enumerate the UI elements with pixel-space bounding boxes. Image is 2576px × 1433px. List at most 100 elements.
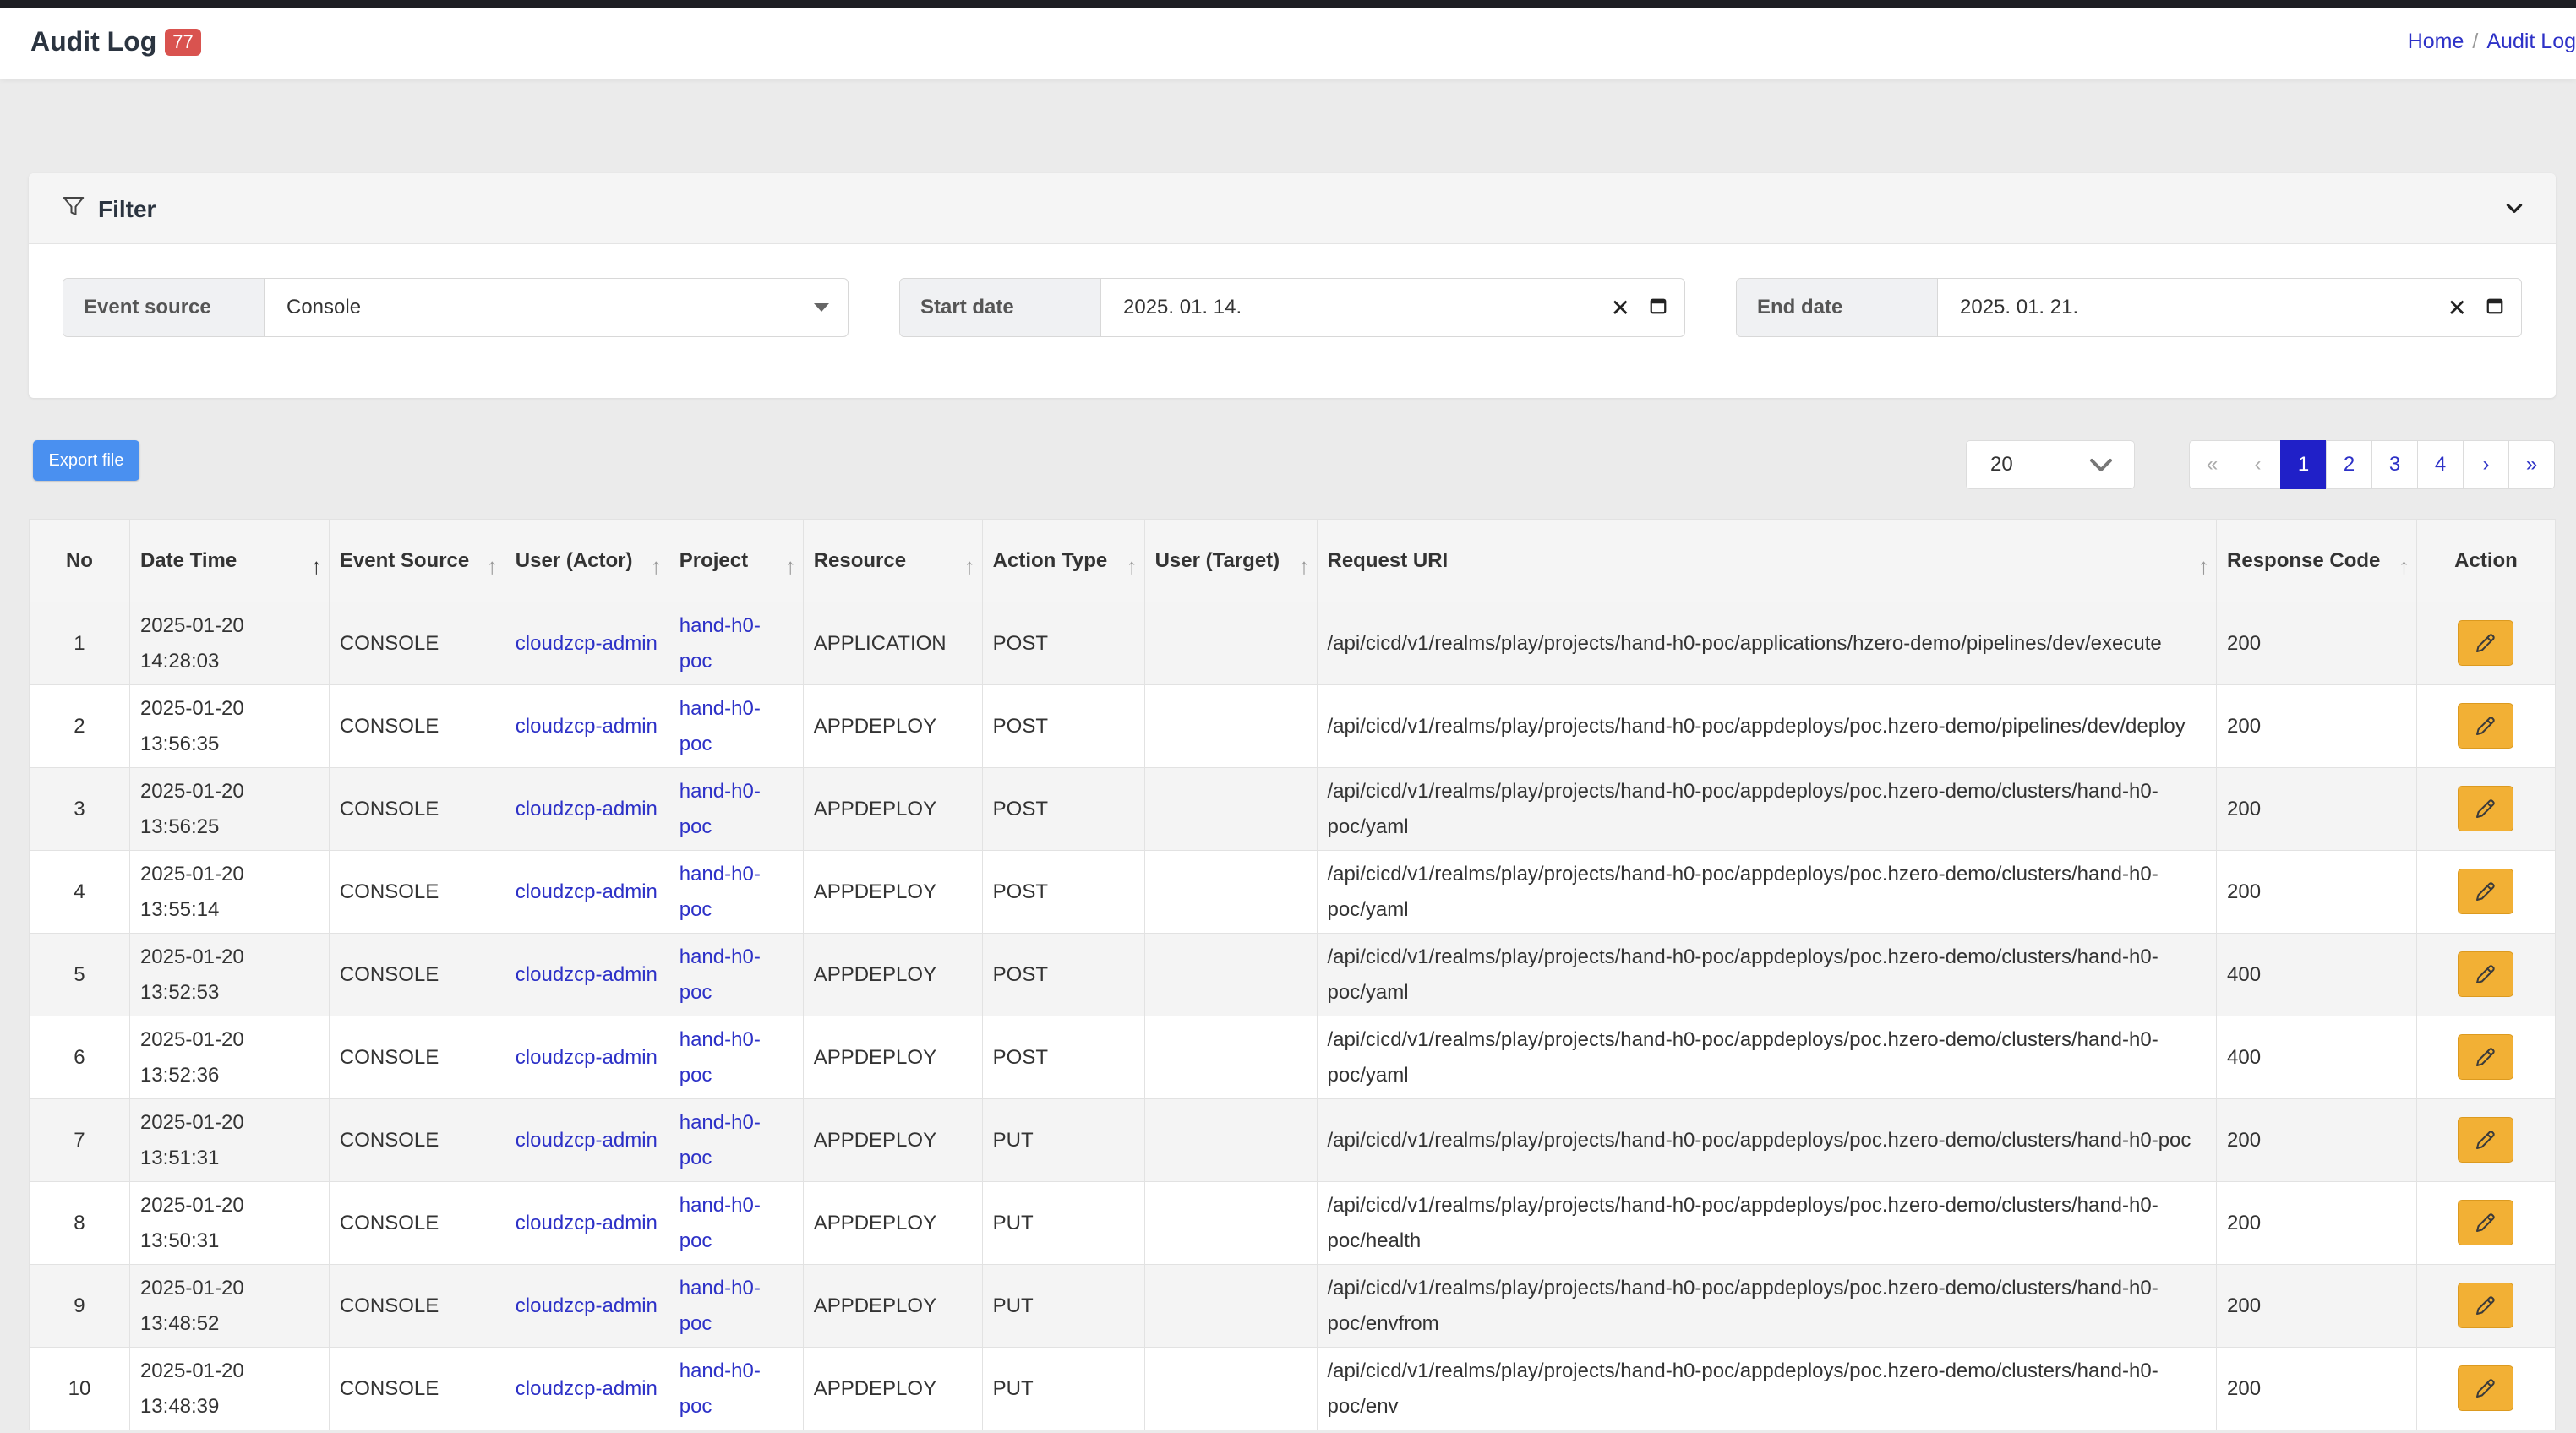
column-header-resource[interactable]: Resource ↑ [802, 519, 983, 602]
calendar-icon[interactable] [1649, 294, 1667, 321]
edit-button[interactable] [2458, 619, 2514, 666]
event-source-select[interactable]: Console [265, 279, 848, 336]
cell-resource: APPDEPLOY [802, 1098, 983, 1182]
breadcrumb-home[interactable]: Home [2408, 30, 2464, 54]
sort-arrow-icon[interactable]: ↑ [1299, 548, 1310, 584]
cell-project-link[interactable]: hand-h0-poc [668, 767, 804, 851]
column-header-user-target[interactable]: User (Target) ↑ [1143, 519, 1318, 602]
cell-user-actor-link[interactable]: cloudzcp-admin [504, 767, 669, 851]
cell-request-uri: /api/cicd/v1/realms/play/projects/hand-h… [1316, 933, 2218, 1016]
pencil-icon [2476, 1212, 2496, 1232]
breadcrumb-audit-log[interactable]: Audit Log [2486, 30, 2576, 54]
cell-user-actor-link[interactable]: cloudzcp-admin [504, 602, 669, 685]
cell-project-link[interactable]: hand-h0-poc [668, 1016, 804, 1099]
cell-user-target [1143, 1016, 1318, 1099]
first-page-button[interactable]: « [2189, 440, 2235, 489]
cell-datetime: 2025-01-20 13:52:36 [128, 1016, 330, 1099]
column-header-action: Action [2415, 519, 2557, 602]
chevron-down-icon [2088, 456, 2114, 481]
cell-no: 2 [29, 684, 130, 768]
column-header-response-code[interactable]: Response Code ↑ [2216, 519, 2417, 602]
cell-user-actor-link[interactable]: cloudzcp-admin [504, 1264, 669, 1348]
cell-user-actor-link[interactable]: cloudzcp-admin [504, 1347, 669, 1430]
edit-button[interactable] [2458, 785, 2514, 831]
calendar-icon[interactable] [2486, 294, 2504, 321]
cell-user-actor-link[interactable]: cloudzcp-admin [504, 933, 669, 1016]
cell-resource: APPDEPLOY [802, 1016, 983, 1099]
cell-project-link[interactable]: hand-h0-poc [668, 1098, 804, 1182]
table-header-row: No Date Time ↑ Event Source ↑ User (Actor)… [29, 519, 2557, 602]
cell-project-link[interactable]: hand-h0-poc [668, 1181, 804, 1265]
table-row: 8 2025-01-20 13:50:31 CONSOLE cloudzcp-ad… [29, 1181, 2557, 1265]
sort-arrow-icon[interactable]: ↑ [1127, 548, 1138, 584]
sort-arrow-icon[interactable]: ↑ [785, 548, 796, 584]
page-4-button[interactable]: 4 [2417, 440, 2464, 489]
column-header-action-type[interactable]: Action Type ↑ [981, 519, 1145, 602]
edit-button[interactable] [2458, 1116, 2514, 1163]
filter-header[interactable]: Filter [29, 173, 2556, 244]
sort-arrow-icon[interactable]: ↑ [487, 548, 498, 584]
cell-date: 2025-01-20 [139, 1110, 244, 1134]
cell-project-link[interactable]: hand-h0-poc [668, 684, 804, 768]
next-page-button[interactable]: › [2463, 440, 2509, 489]
cell-datetime: 2025-01-20 13:48:39 [128, 1347, 330, 1430]
cell-request-uri: /api/cicd/v1/realms/play/projects/hand-h… [1316, 767, 2218, 851]
cell-event-source: CONSOLE [328, 1016, 505, 1099]
end-date-input[interactable]: 2025. 01. 21. ✕ [1938, 279, 2521, 336]
sort-arrow-icon[interactable]: ↑ [651, 548, 662, 584]
chevron-down-icon[interactable] [2503, 197, 2525, 223]
clear-icon[interactable]: ✕ [2448, 294, 2467, 322]
column-header-event-source[interactable]: Event Source ↑ [328, 519, 505, 602]
previous-page-button[interactable]: ‹ [2235, 440, 2281, 489]
cell-response-code: 200 [2216, 1347, 2417, 1430]
export-file-button[interactable]: Export file [33, 440, 139, 481]
sort-arrow-icon[interactable]: ↑ [311, 548, 322, 584]
cell-user-target [1143, 1347, 1318, 1430]
cell-action [2415, 602, 2557, 685]
cell-no: 8 [29, 1181, 130, 1265]
clear-icon[interactable]: ✕ [1611, 294, 1630, 322]
page-3-button[interactable]: 3 [2371, 440, 2418, 489]
edit-button[interactable] [2458, 868, 2514, 914]
sort-arrow-icon[interactable]: ↑ [2198, 548, 2209, 584]
cell-project-link[interactable]: hand-h0-poc [668, 933, 804, 1016]
cell-user-target [1143, 1264, 1318, 1348]
edit-button[interactable] [2458, 1282, 2514, 1328]
cell-no: 4 [29, 850, 130, 934]
cell-project-link[interactable]: hand-h0-poc [668, 1264, 804, 1348]
cell-event-source: CONSOLE [328, 933, 505, 1016]
cell-project-link[interactable]: hand-h0-poc [668, 850, 804, 934]
cell-user-actor-link[interactable]: cloudzcp-admin [504, 1016, 669, 1099]
cell-user-target [1143, 850, 1318, 934]
edit-button[interactable] [2458, 1199, 2514, 1245]
cell-action-type: POST [981, 850, 1145, 934]
cell-request-uri: /api/cicd/v1/realms/play/projects/hand-h… [1316, 1347, 2218, 1430]
page-size-select[interactable]: 20 [1966, 440, 2135, 489]
page-2-button[interactable]: 2 [2326, 440, 2372, 489]
column-header-request-uri[interactable]: Request URI ↑ [1316, 519, 2218, 602]
last-page-button[interactable]: » [2508, 440, 2555, 489]
cell-request-uri: /api/cicd/v1/realms/play/projects/hand-h… [1316, 684, 2218, 768]
start-date-input[interactable]: 2025. 01. 14. ✕ [1101, 279, 1684, 336]
cell-user-actor-link[interactable]: cloudzcp-admin [504, 684, 669, 768]
cell-request-uri: /api/cicd/v1/realms/play/projects/hand-h… [1316, 602, 2218, 685]
cell-project-link[interactable]: hand-h0-poc [668, 602, 804, 685]
column-header-datetime[interactable]: Date Time ↑ [128, 519, 330, 602]
edit-button[interactable] [2458, 1033, 2514, 1080]
column-header-user-actor[interactable]: User (Actor) ↑ [504, 519, 669, 602]
cell-user-actor-link[interactable]: cloudzcp-admin [504, 1181, 669, 1265]
cell-user-actor-link[interactable]: cloudzcp-admin [504, 850, 669, 934]
page-1-button[interactable]: 1 [2280, 440, 2327, 489]
cell-user-actor-link[interactable]: cloudzcp-admin [504, 1098, 669, 1182]
sort-arrow-icon[interactable]: ↑ [2399, 548, 2410, 584]
end-date-label: End date [1737, 279, 1938, 336]
cell-resource: APPDEPLOY [802, 1181, 983, 1265]
edit-button[interactable] [2458, 951, 2514, 997]
cell-project-link[interactable]: hand-h0-poc [668, 1347, 804, 1430]
cell-time: 13:56:25 [139, 815, 220, 838]
column-header-project[interactable]: Project ↑ [668, 519, 804, 602]
column-header-label: Project [679, 548, 749, 572]
sort-arrow-icon[interactable]: ↑ [964, 548, 975, 584]
edit-button[interactable] [2458, 702, 2514, 749]
edit-button[interactable] [2458, 1365, 2514, 1411]
